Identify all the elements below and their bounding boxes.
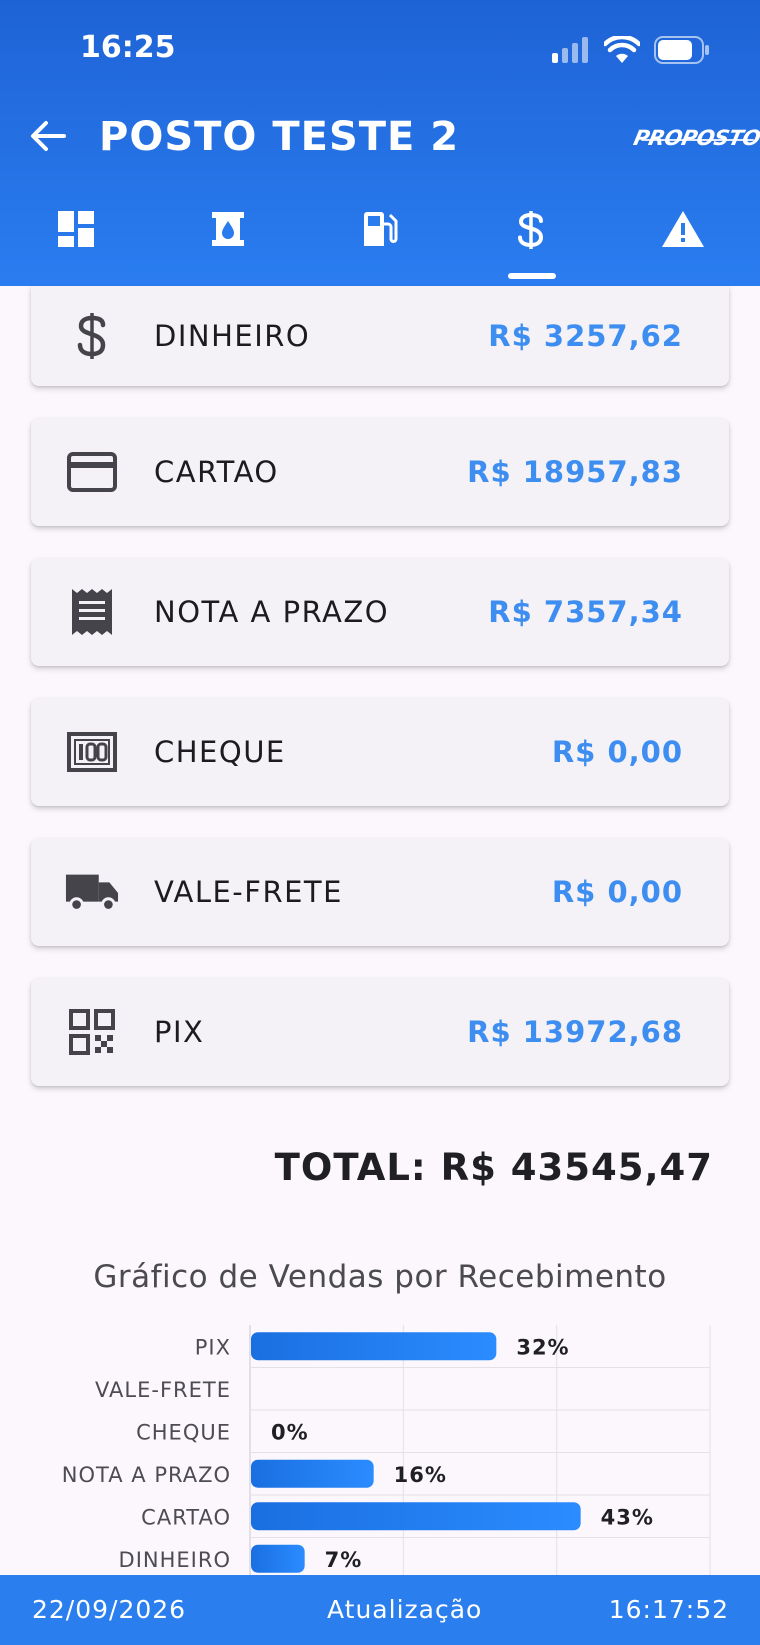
truck-icon <box>65 874 119 912</box>
footer-bar: 22/09/2026 Atualização 16:17:52 <box>0 1575 760 1645</box>
payment-card-cheque[interactable]: CHEQUE R$ 0,00 <box>31 698 729 806</box>
footer-label: Atualização <box>327 1595 483 1624</box>
payment-card-cartao[interactable]: CARTAO R$ 18957,83 <box>31 418 729 526</box>
chart-title: Gráfico de Vendas por Recebimento <box>93 1259 667 1295</box>
payment-label: CHEQUE <box>154 735 286 769</box>
payment-label: PIX <box>154 1015 205 1049</box>
receipt-icon <box>72 589 112 635</box>
fuel-pump-icon <box>364 212 398 246</box>
tab-tanks[interactable] <box>183 200 273 286</box>
qr-code-icon <box>69 1009 115 1055</box>
chart-category-label: DINHEIRO <box>119 1548 231 1572</box>
arrow-back-icon <box>31 121 66 151</box>
chart-category-label: PIX <box>195 1335 231 1359</box>
payment-label: CARTAO <box>154 455 279 489</box>
payment-label: DINHEIRO <box>154 319 311 353</box>
chart-data-label: 32% <box>516 1335 569 1359</box>
tab-dashboard[interactable] <box>31 200 121 286</box>
payment-value: R$ 3257,62 <box>488 319 683 353</box>
tab-pumps[interactable] <box>335 200 425 286</box>
tab-indicator <box>508 273 556 279</box>
wifi-icon <box>604 36 640 63</box>
payment-value: R$ 13972,68 <box>467 1015 683 1049</box>
chart-bar <box>251 1544 305 1573</box>
warning-icon <box>662 211 704 247</box>
payment-value: R$ 0,00 <box>551 735 683 769</box>
chart-category-label: CHEQUE <box>136 1420 231 1444</box>
chart-data-label: 0% <box>271 1420 309 1444</box>
dollar-icon <box>77 313 106 359</box>
chart-category-label: VALE-FRETE <box>95 1378 231 1402</box>
signal-icon <box>552 37 588 63</box>
oil-tank-icon <box>212 212 244 246</box>
sales-by-payment-chart: PIX 32% VALE-FRETE CHEQUE 0% NOTA A PRAZO 16% C… <box>62 1325 711 1575</box>
tab-alerts[interactable] <box>638 200 728 286</box>
back-button[interactable] <box>26 114 70 158</box>
payment-card-dinheiro[interactable]: DINHEIRO R$ 3257,62 <box>31 286 729 386</box>
chart-bar <box>251 1459 374 1488</box>
chart-bar <box>251 1332 497 1361</box>
credit-card-icon <box>67 452 117 492</box>
brand-logo: PROPOSTO <box>631 126 760 150</box>
payment-value: R$ 18957,83 <box>467 455 683 489</box>
payment-card-nota-a-prazo[interactable]: NOTA A PRAZO R$ 7357,34 <box>31 558 729 666</box>
chart-data-label: 7% <box>325 1548 363 1572</box>
brand-logo-text: PROPOSTO <box>631 126 760 150</box>
tab-bar <box>0 200 760 286</box>
app-header: 16:25 POSTO TESTE 2 PROPOSTO <box>0 0 760 286</box>
payment-card-vale-frete[interactable]: VALE-FRETE R$ 0,00 <box>31 838 729 946</box>
payment-value: R$ 7357,34 <box>488 595 683 629</box>
status-icons <box>552 36 710 64</box>
battery-icon <box>654 36 709 64</box>
payment-label: NOTA A PRAZO <box>154 595 390 629</box>
title-row: POSTO TESTE 2 PROPOSTO <box>0 108 760 172</box>
chart-bar <box>251 1502 581 1531</box>
page-title: POSTO TESTE 2 <box>99 114 460 160</box>
payment-card-pix[interactable]: PIX R$ 13972,68 <box>31 978 729 1086</box>
dashboard-icon <box>58 211 94 247</box>
dollar-icon <box>518 211 544 249</box>
chart-category-label: CARTAO <box>141 1505 231 1529</box>
chart-data-label: 16% <box>394 1463 447 1487</box>
total-amount: TOTAL: R$ 43545,47 <box>274 1146 713 1189</box>
cheque-icon <box>67 732 117 772</box>
payment-value: R$ 0,00 <box>551 875 683 909</box>
footer-date: 22/09/2026 <box>32 1595 187 1624</box>
footer-time: 16:17:52 <box>608 1595 729 1624</box>
payment-label: VALE-FRETE <box>154 875 343 909</box>
chart-category-label: NOTA A PRAZO <box>62 1463 231 1487</box>
chart-data-label: 43% <box>601 1505 654 1529</box>
status-time: 16:25 <box>80 30 176 65</box>
